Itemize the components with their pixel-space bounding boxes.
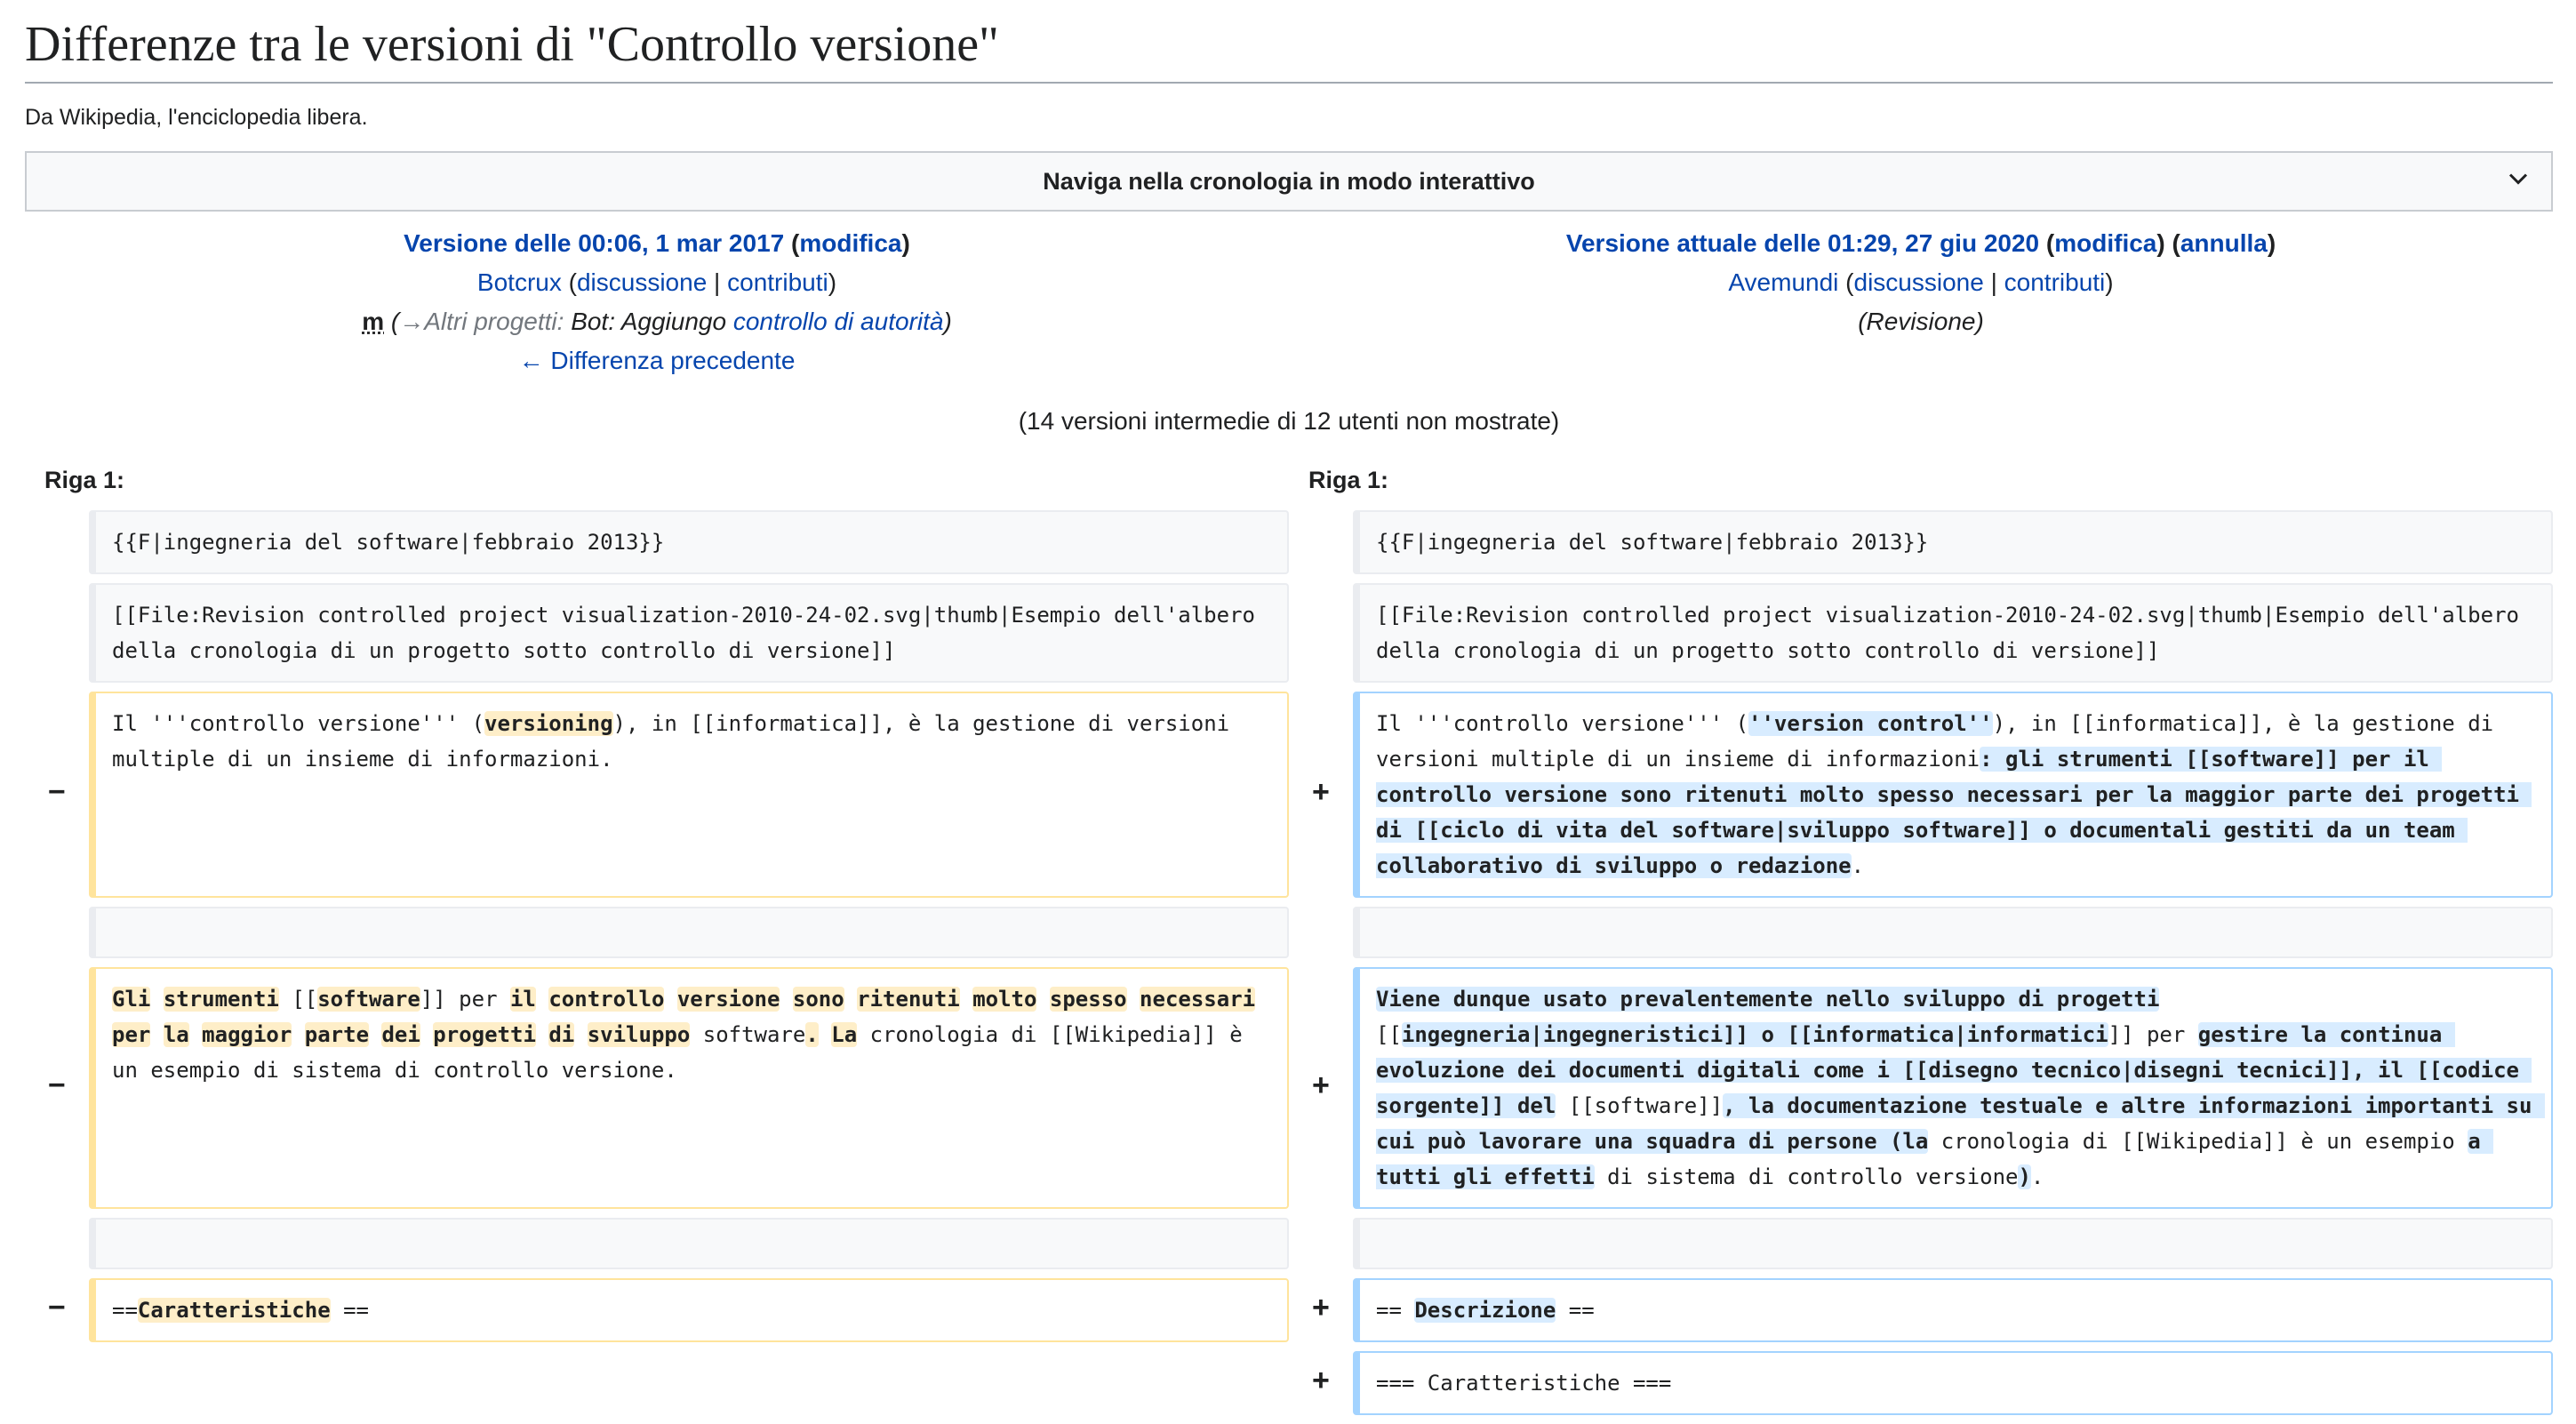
context-line-left: [[File:Revision controlled project visua… <box>89 583 1289 683</box>
previous-diff-link[interactable]: ← Differenza precedente <box>519 347 796 374</box>
deleted-marker: − <box>47 1071 67 1105</box>
empty-line-left <box>89 1218 1289 1269</box>
diff-empty-row <box>25 907 2553 958</box>
context-line-right: {{F|ingegneria del software|febbraio 201… <box>1353 510 2553 574</box>
page-title: Differenze tra le versioni di "Controllo… <box>25 0 2553 84</box>
old-talk-link[interactable]: discussione <box>577 268 707 296</box>
old-edit-link[interactable]: modifica <box>799 229 901 257</box>
added-line: Il '''controllo versione''' (''version c… <box>1353 692 2553 898</box>
intermediate-revisions-note: (14 versioni intermedie di 12 utenti non… <box>1018 407 1560 435</box>
new-edit-link[interactable]: modifica <box>2054 229 2156 257</box>
line-number-right: Riga 1: <box>1308 467 1389 493</box>
minor-edit-badge: m <box>362 308 385 335</box>
page-content: Differenze tra le versioni di "Controllo… <box>25 0 2553 1424</box>
empty-line-right <box>1353 1218 2553 1269</box>
authority-control-link[interactable]: controllo di autorità <box>733 308 944 335</box>
diff-header: Versione delle 00:06, 1 mar 2017 (modifi… <box>25 224 2553 380</box>
section-arrow-link[interactable]: → <box>399 308 424 335</box>
old-version-link[interactable]: Versione delle 00:06, 1 mar 2017 <box>404 229 784 257</box>
old-revision-header: Versione delle 00:06, 1 mar 2017 (modifi… <box>362 229 952 374</box>
new-talk-link[interactable]: discussione <box>1854 268 1984 296</box>
context-line-right: [[File:Revision controlled project visua… <box>1353 583 2553 683</box>
added-marker: + <box>1311 1071 1331 1105</box>
diff-change-row: − Il '''controllo versione''' (versionin… <box>25 692 2553 898</box>
diff-empty-row <box>25 1218 2553 1269</box>
new-version-link[interactable]: Versione attuale delle 01:29, 27 giu 202… <box>1566 229 2039 257</box>
undo-link[interactable]: annulla <box>2180 229 2268 257</box>
added-marker: + <box>1311 1366 1331 1400</box>
added-line: === Caratteristiche === <box>1353 1351 2553 1415</box>
diff-table: {{F|ingegneria del software|febbraio 201… <box>25 510 2553 1415</box>
history-navigator-toggle[interactable]: Naviga nella cronologia in modo interatt… <box>25 151 2553 212</box>
empty-line-right <box>1353 907 2553 958</box>
deleted-marker: − <box>47 1293 67 1327</box>
added-line: Viene dunque usato prevalentemente nello… <box>1353 967 2553 1209</box>
empty-line-left <box>89 907 1289 958</box>
site-tagline: Da Wikipedia, l'enciclopedia libera. <box>25 105 368 130</box>
diff-context-row: {{F|ingegneria del software|febbraio 201… <box>25 510 2553 574</box>
history-navigator-label: Naviga nella cronologia in modo interatt… <box>1043 167 1535 195</box>
deleted-line: Gli strumenti [[software]] per il contro… <box>89 967 1289 1209</box>
line-number-left: Riga 1: <box>44 467 125 493</box>
diff-change-row: − Gli strumenti [[software]] per il cont… <box>25 967 2553 1209</box>
summary-section: Altri progetti: <box>424 308 564 335</box>
added-marker: + <box>1311 1293 1331 1327</box>
old-user-link[interactable]: Botcrux <box>477 268 562 296</box>
new-user-link[interactable]: Avemundi <box>1728 268 1838 296</box>
summary-text: Bot: Aggiungo <box>571 308 727 335</box>
new-contribs-link[interactable]: contributi <box>2004 268 2106 296</box>
new-edit-summary: (Revisione) <box>1858 308 1984 335</box>
new-revision-header: Versione attuale delle 01:29, 27 giu 202… <box>1289 224 2553 380</box>
diff-context-row: [[File:Revision controlled project visua… <box>25 583 2553 683</box>
chevron-down-icon <box>2508 173 2528 185</box>
deleted-marker: − <box>47 778 67 812</box>
diff-change-row: − ==Caratteristiche == + == Descrizione … <box>25 1278 2553 1342</box>
added-line: == Descrizione == <box>1353 1278 2553 1342</box>
old-contribs-link[interactable]: contributi <box>727 268 828 296</box>
added-marker: + <box>1311 778 1331 812</box>
deleted-line: Il '''controllo versione''' (versioning)… <box>89 692 1289 898</box>
context-line-left: {{F|ingegneria del software|febbraio 201… <box>89 510 1289 574</box>
deleted-line: ==Caratteristiche == <box>89 1278 1289 1342</box>
diff-added-only-row: + === Caratteristiche === <box>25 1351 2553 1415</box>
